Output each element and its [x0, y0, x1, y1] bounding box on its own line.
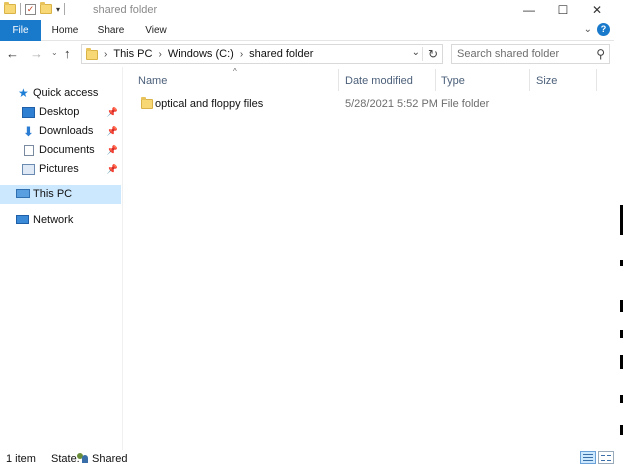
sidebar-item-network[interactable]: Network [0, 211, 121, 230]
column-divider[interactable] [435, 69, 436, 91]
pin-icon[interactable]: 📌 [107, 141, 118, 160]
recent-locations-chevron-icon[interactable]: ⌄ [51, 48, 58, 57]
maximize-button[interactable]: ☐ [546, 0, 580, 20]
column-divider[interactable] [529, 69, 530, 91]
chevron-right-icon[interactable]: › [158, 49, 161, 60]
folder-icon [141, 97, 153, 109]
up-arrow-icon[interactable]: ↑ [64, 46, 71, 61]
file-date-modified: 5/28/2021 5:52 PM [345, 98, 438, 110]
status-bar: 1 item State: Shared [0, 450, 614, 465]
state-value: Shared [92, 453, 128, 465]
sidebar-item-this-pc[interactable]: This PC [0, 185, 121, 204]
edge-artifact [620, 425, 623, 435]
column-header-name[interactable]: Name [138, 75, 167, 87]
title-bar: ✓ ▾ shared folder — ☐ ✕ [0, 0, 614, 20]
properties-icon[interactable]: ✓ [25, 3, 36, 15]
sidebar-item-label: This PC [33, 188, 73, 200]
window-title: shared folder [93, 4, 158, 16]
state-label: State: [51, 453, 80, 465]
search-icon: ⚲ [596, 47, 605, 61]
sidebar-item-label: Network [33, 214, 74, 226]
edge-artifact [620, 205, 623, 235]
sidebar-item-pictures[interactable]: Pictures 📌 [0, 160, 121, 179]
back-arrow-icon[interactable]: ← [6, 46, 19, 61]
chevron-right-icon[interactable]: › [104, 49, 107, 60]
sidebar-item-label: Quick access [33, 87, 99, 99]
close-button[interactable]: ✕ [580, 0, 614, 20]
edge-artifact [620, 300, 623, 312]
ribbon-tabs: File Home Share View ⌄ ? [0, 20, 614, 41]
sidebar-item-desktop[interactable]: Desktop 📌 [0, 103, 121, 122]
search-box[interactable]: ⚲ [451, 44, 610, 64]
expand-ribbon-chevron-icon[interactable]: ⌄ [584, 24, 592, 35]
divider [20, 3, 21, 15]
refresh-icon[interactable]: ↻ [428, 47, 438, 61]
search-input[interactable] [457, 48, 585, 60]
tab-file[interactable]: File [0, 20, 41, 41]
item-count: 1 item [6, 453, 36, 465]
edge-artifact [620, 260, 623, 266]
tab-home[interactable]: Home [49, 20, 81, 41]
edge-artifact [620, 355, 623, 369]
sort-ascending-icon: ^ [233, 67, 237, 76]
sidebar-item-quick-access[interactable]: ★ Quick access [0, 84, 121, 103]
large-icons-view-icon[interactable] [598, 451, 614, 464]
column-header-date-modified[interactable]: Date modified [345, 75, 413, 87]
table-row[interactable]: optical and floppy files 5/28/2021 5:52 … [132, 95, 602, 113]
help-icon[interactable]: ? [597, 23, 610, 36]
details-view-icon[interactable] [580, 451, 596, 464]
sidebar-item-downloads[interactable]: ⬇ Downloads 📌 [0, 122, 121, 141]
sidebar-item-label: Downloads [39, 125, 94, 137]
customize-toolbar-dropdown[interactable]: ▾ [56, 5, 60, 14]
folder-icon [86, 48, 98, 60]
window-controls: — ☐ ✕ [512, 0, 614, 20]
divider [422, 47, 423, 61]
computer-icon [16, 189, 30, 198]
shared-users-icon [77, 453, 89, 464]
file-name[interactable]: optical and floppy files [155, 95, 263, 113]
folder-icon[interactable] [4, 2, 16, 14]
edge-artifact [620, 395, 623, 403]
minimize-button[interactable]: — [512, 0, 546, 20]
new-folder-icon[interactable] [40, 2, 52, 14]
forward-arrow-icon[interactable]: → [30, 46, 43, 61]
address-toolbar: ← → ⌄ ↑ › This PC › Windows (C:) › share… [0, 42, 614, 66]
breadcrumb-item[interactable]: shared folder [249, 48, 313, 60]
navigation-pane: ★ Quick access Desktop 📌 ⬇ Downloads 📌 D… [0, 67, 123, 450]
tab-share[interactable]: Share [94, 20, 128, 41]
pin-icon[interactable]: 📌 [107, 103, 118, 122]
column-header-type[interactable]: Type [441, 75, 465, 87]
tab-view[interactable]: View [140, 20, 172, 41]
column-divider[interactable] [596, 69, 597, 91]
column-header-size[interactable]: Size [536, 75, 557, 87]
chevron-right-icon[interactable]: › [240, 49, 243, 60]
address-bar[interactable]: › This PC › Windows (C:) › shared folder… [81, 44, 443, 64]
file-type: File folder [441, 98, 490, 110]
pin-icon[interactable]: 📌 [107, 122, 118, 141]
sidebar-item-label: Documents [39, 144, 95, 156]
downloads-icon: ⬇ [23, 124, 34, 139]
breadcrumb-item[interactable]: Windows (C:) [168, 48, 234, 60]
quick-access-toolbar: ✓ ▾ [4, 2, 66, 15]
column-divider[interactable] [338, 69, 339, 91]
breadcrumb-item[interactable]: This PC [113, 48, 152, 60]
pin-icon[interactable]: 📌 [107, 160, 118, 179]
breadcrumb: › This PC › Windows (C:) › shared folder [104, 48, 313, 60]
address-history-chevron-icon[interactable]: ⌄ [412, 47, 420, 58]
desktop-icon [22, 107, 35, 118]
divider [64, 3, 66, 15]
documents-icon [24, 145, 34, 156]
star-icon: ★ [18, 86, 29, 100]
file-list: ^ Name Date modified Type Size optical a… [124, 67, 614, 450]
window-edge [614, 0, 624, 465]
network-icon [16, 215, 29, 224]
column-headers: ^ Name Date modified Type Size [124, 67, 614, 93]
sidebar-item-documents[interactable]: Documents 📌 [0, 141, 121, 160]
edge-artifact [620, 330, 623, 338]
pictures-icon [22, 164, 35, 175]
sidebar-item-label: Desktop [39, 106, 80, 118]
sidebar-item-label: Pictures [39, 163, 79, 175]
